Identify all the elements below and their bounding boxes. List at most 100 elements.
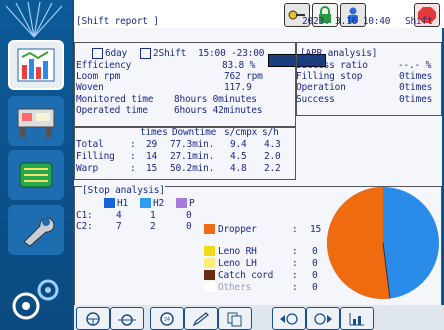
catch-cord-value: 0 [312,270,318,281]
c1-h1: 4 [116,210,122,221]
sidebar [0,0,72,330]
report-chart-icon [17,48,55,82]
h1-swatch [104,198,115,208]
edit-button[interactable] [184,307,218,330]
apr-operation-label: Operation [296,82,346,93]
stop-row-filling-scmpx: 4.5 [230,151,247,162]
bar-chart-icon [349,312,364,325]
leno-lh-swatch [204,258,215,268]
maintenance-nav-button[interactable] [8,205,64,255]
apr-title: [APR analysis] [300,48,378,59]
machine-status-button[interactable] [76,307,110,330]
stop-row-colon: : [130,163,136,174]
fabric-nav-button[interactable] [8,150,64,200]
loom-nav-button[interactable] [8,96,64,146]
leno-rh-value: 0 [312,246,318,257]
others-swatch [204,282,215,292]
c1-p: 0 [186,210,192,221]
woven-label: Woven [76,82,104,93]
leno-rh-colon: : [292,246,298,257]
datetime: 2023. 3.16 10:40 [302,16,391,27]
steering-wheel-icon [86,311,100,326]
dropper-colon: : [292,224,298,235]
rpm-label: Loom rpm [76,71,121,82]
mode-label: Shift [405,16,433,27]
stop-col-downtime: Downtime [172,127,217,138]
previous-button[interactable] [272,307,306,330]
previous-arrow-icon [280,312,298,325]
temperature-button[interactable]: 24 [150,307,184,330]
stop-row-filling-sh: 2.0 [264,151,281,162]
operated-time-label: Operated time [76,105,148,116]
fan-logo-icon [5,2,63,38]
stop-row-colon: : [130,139,136,150]
next-arrow-icon [314,312,332,325]
wrench-icon [23,217,55,247]
stop-analysis-title: [Stop analysis] [82,185,165,196]
stop-row-total-scmpx: 9.4 [230,139,247,150]
c2-label: C2: [76,221,93,232]
monitored-time-label: Monitored time [76,94,154,105]
meter-icon: 24 [160,311,174,326]
stop-row-colon: : [130,151,136,162]
dropper-swatch [204,224,215,234]
others-value: 0 [312,282,318,293]
chart-view-button[interactable] [340,307,374,330]
svg-text:24: 24 [164,317,170,323]
stop-row-total-sh: 4.3 [264,139,281,150]
leno-lh-colon: : [292,258,298,269]
report-nav-button[interactable] [8,40,64,90]
stop-col-times: times [140,127,168,138]
catch-cord-label: Catch cord [218,270,274,281]
shift-time: 15:00 -23:00 [198,48,265,59]
p-label: P [189,198,195,209]
dropper-value: 15 [310,224,322,235]
c2-h1: 7 [116,221,122,232]
fabric-roll-icon [19,162,53,188]
page-title: [Shift report ] [76,16,159,27]
shift-selector[interactable]: 2Shift [140,48,186,59]
main-panel: 6day 2Shift 15:00 -23:00 Efficiency 83.8… [74,28,442,306]
day-selector[interactable]: 6day [92,48,127,59]
catch-cord-colon: : [292,270,298,281]
stop-row-warp-name: Warp [76,163,99,174]
efficiency-value: 83.8 % [222,60,256,71]
leno-lh-value: 0 [312,258,318,269]
stop-col-scmpx: s/cmpx [224,127,258,138]
c1-label: C1: [76,210,93,221]
stop-row-warp-scmpx: 4.8 [230,163,247,174]
catch-cord-swatch [204,270,215,280]
apr-success-ratio-label: Success ratio [296,60,368,71]
efficiency-label: Efficiency [76,60,132,71]
next-button[interactable] [306,307,340,330]
apr-success-value: 0times [399,94,433,105]
copy-button[interactable] [218,307,252,330]
c2-h2: 2 [150,221,156,232]
stop-row-filling-times: 14 [146,151,158,162]
top-bar: [Shift report ] 2023. 3.16 10:40 Shift [74,0,444,28]
stop-row-filling-name: Filling [76,151,115,162]
loom-machine-icon [17,108,55,137]
operated-time-value: 6hours 42minutes [174,105,263,116]
stop-row-filling-downtime: 27.1min. [170,151,215,162]
leno-rh-label: Leno RH [218,246,257,257]
h2-label: H2 [153,198,165,209]
pencil-icon [192,311,209,326]
settings-gear-icon[interactable] [6,272,66,326]
apr-success-ratio-value: --.- % [398,60,432,71]
monitored-time-value: 8hours 0minutes [174,94,257,105]
apr-filling-stop-value: 0times [399,71,433,82]
apr-filling-stop-label: Filling stop [296,71,363,82]
stop-row-warp-sh: 2.2 [264,163,281,174]
stop-row-warp-times: 15 [146,163,158,174]
stop-row-warp-downtime: 50.2min. [170,163,215,174]
stop-row-total-times: 29 [146,139,158,150]
leno-lh-label: Leno LH [218,258,257,269]
apr-operation-value: 0times [399,82,433,93]
apr-success-label: Success [296,94,335,105]
pie-slice-dropper [327,187,391,299]
speed-button[interactable] [110,307,144,330]
stop-row-total-name: Total [76,139,104,150]
copy-pages-icon [227,312,242,326]
h1-label: H1 [117,198,129,209]
